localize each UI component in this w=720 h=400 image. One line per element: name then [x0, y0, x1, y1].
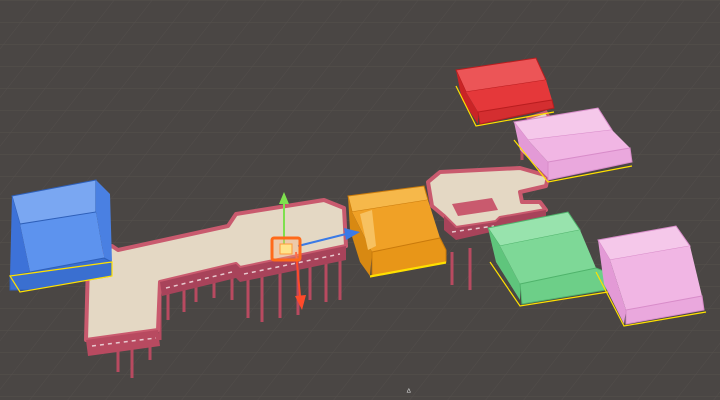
blue-room[interactable]: [8, 179, 113, 293]
scene-viewport[interactable]: ᐞ: [0, 0, 720, 400]
scene-cursor-icon: ᐞ: [406, 388, 411, 399]
gizmo-inner-handle[interactable]: [279, 243, 293, 255]
scene-canvas[interactable]: ᐞ: [0, 0, 720, 400]
